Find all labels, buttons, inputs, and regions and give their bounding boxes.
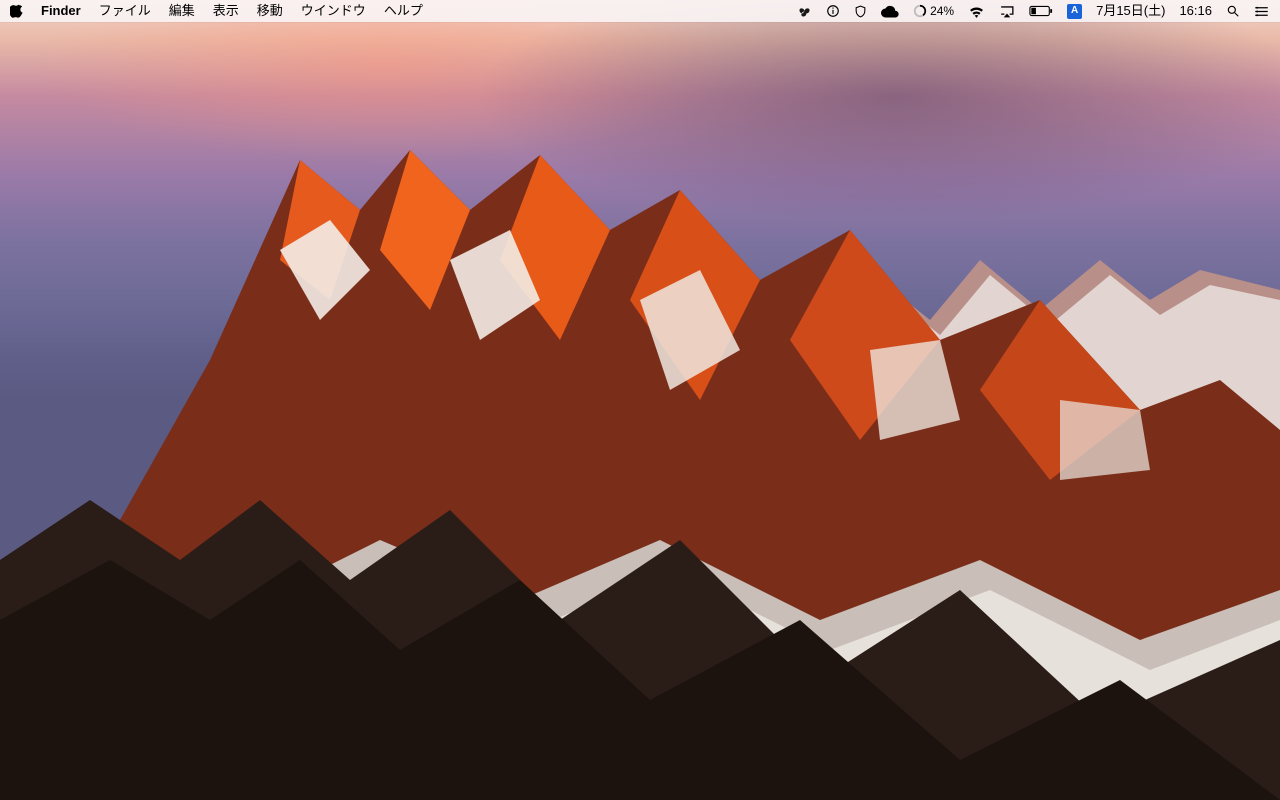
notification-center-icon (1254, 5, 1269, 18)
status-battery-ring[interactable]: 24% (910, 0, 957, 22)
status-spotlight[interactable] (1223, 4, 1243, 18)
status-notification-center[interactable] (1251, 5, 1272, 18)
status-date[interactable]: 7月15日(土) (1093, 0, 1168, 22)
status-info[interactable] (823, 4, 843, 18)
wifi-icon (968, 5, 985, 18)
airplay-icon (999, 5, 1015, 18)
menu-go[interactable]: 移動 (248, 0, 292, 22)
shield-icon (854, 4, 867, 19)
status-ime[interactable]: A (1064, 4, 1085, 19)
menu-file[interactable]: ファイル (90, 0, 160, 22)
menubar-right: 24% A 7月15日(土) 16:16 (794, 0, 1272, 22)
status-fan[interactable] (794, 4, 815, 19)
menu-window[interactable]: ウインドウ (292, 0, 375, 22)
ime-icon: A (1067, 4, 1082, 19)
fan-control-icon (797, 4, 812, 19)
status-cloud[interactable] (878, 5, 902, 18)
status-time[interactable]: 16:16 (1176, 0, 1215, 22)
menubar-left: Finder ファイル 編集 表示 移動 ウインドウ ヘルプ (10, 0, 432, 22)
desktop[interactable]: Finder ファイル 編集 表示 移動 ウインドウ ヘルプ (0, 0, 1280, 800)
menu-help[interactable]: ヘルプ (375, 0, 432, 22)
cloud-icon (881, 5, 899, 18)
status-wifi[interactable] (965, 5, 988, 18)
status-airplay[interactable] (996, 5, 1018, 18)
apple-menu[interactable] (10, 4, 32, 18)
info-icon (826, 4, 840, 18)
menu-view[interactable]: 表示 (204, 0, 248, 22)
battery-ring-icon (913, 4, 927, 18)
battery-icon (1029, 5, 1053, 17)
apple-logo-icon (10, 4, 23, 18)
menubar: Finder ファイル 編集 表示 移動 ウインドウ ヘルプ (0, 0, 1280, 22)
battery-percent-label: 24% (930, 0, 954, 22)
spotlight-search-icon (1226, 4, 1240, 18)
menu-edit[interactable]: 編集 (160, 0, 204, 22)
wallpaper-sierra (0, 0, 1280, 800)
status-battery[interactable] (1026, 5, 1056, 17)
status-shield[interactable] (851, 4, 870, 19)
menubar-app-name[interactable]: Finder (32, 0, 90, 22)
